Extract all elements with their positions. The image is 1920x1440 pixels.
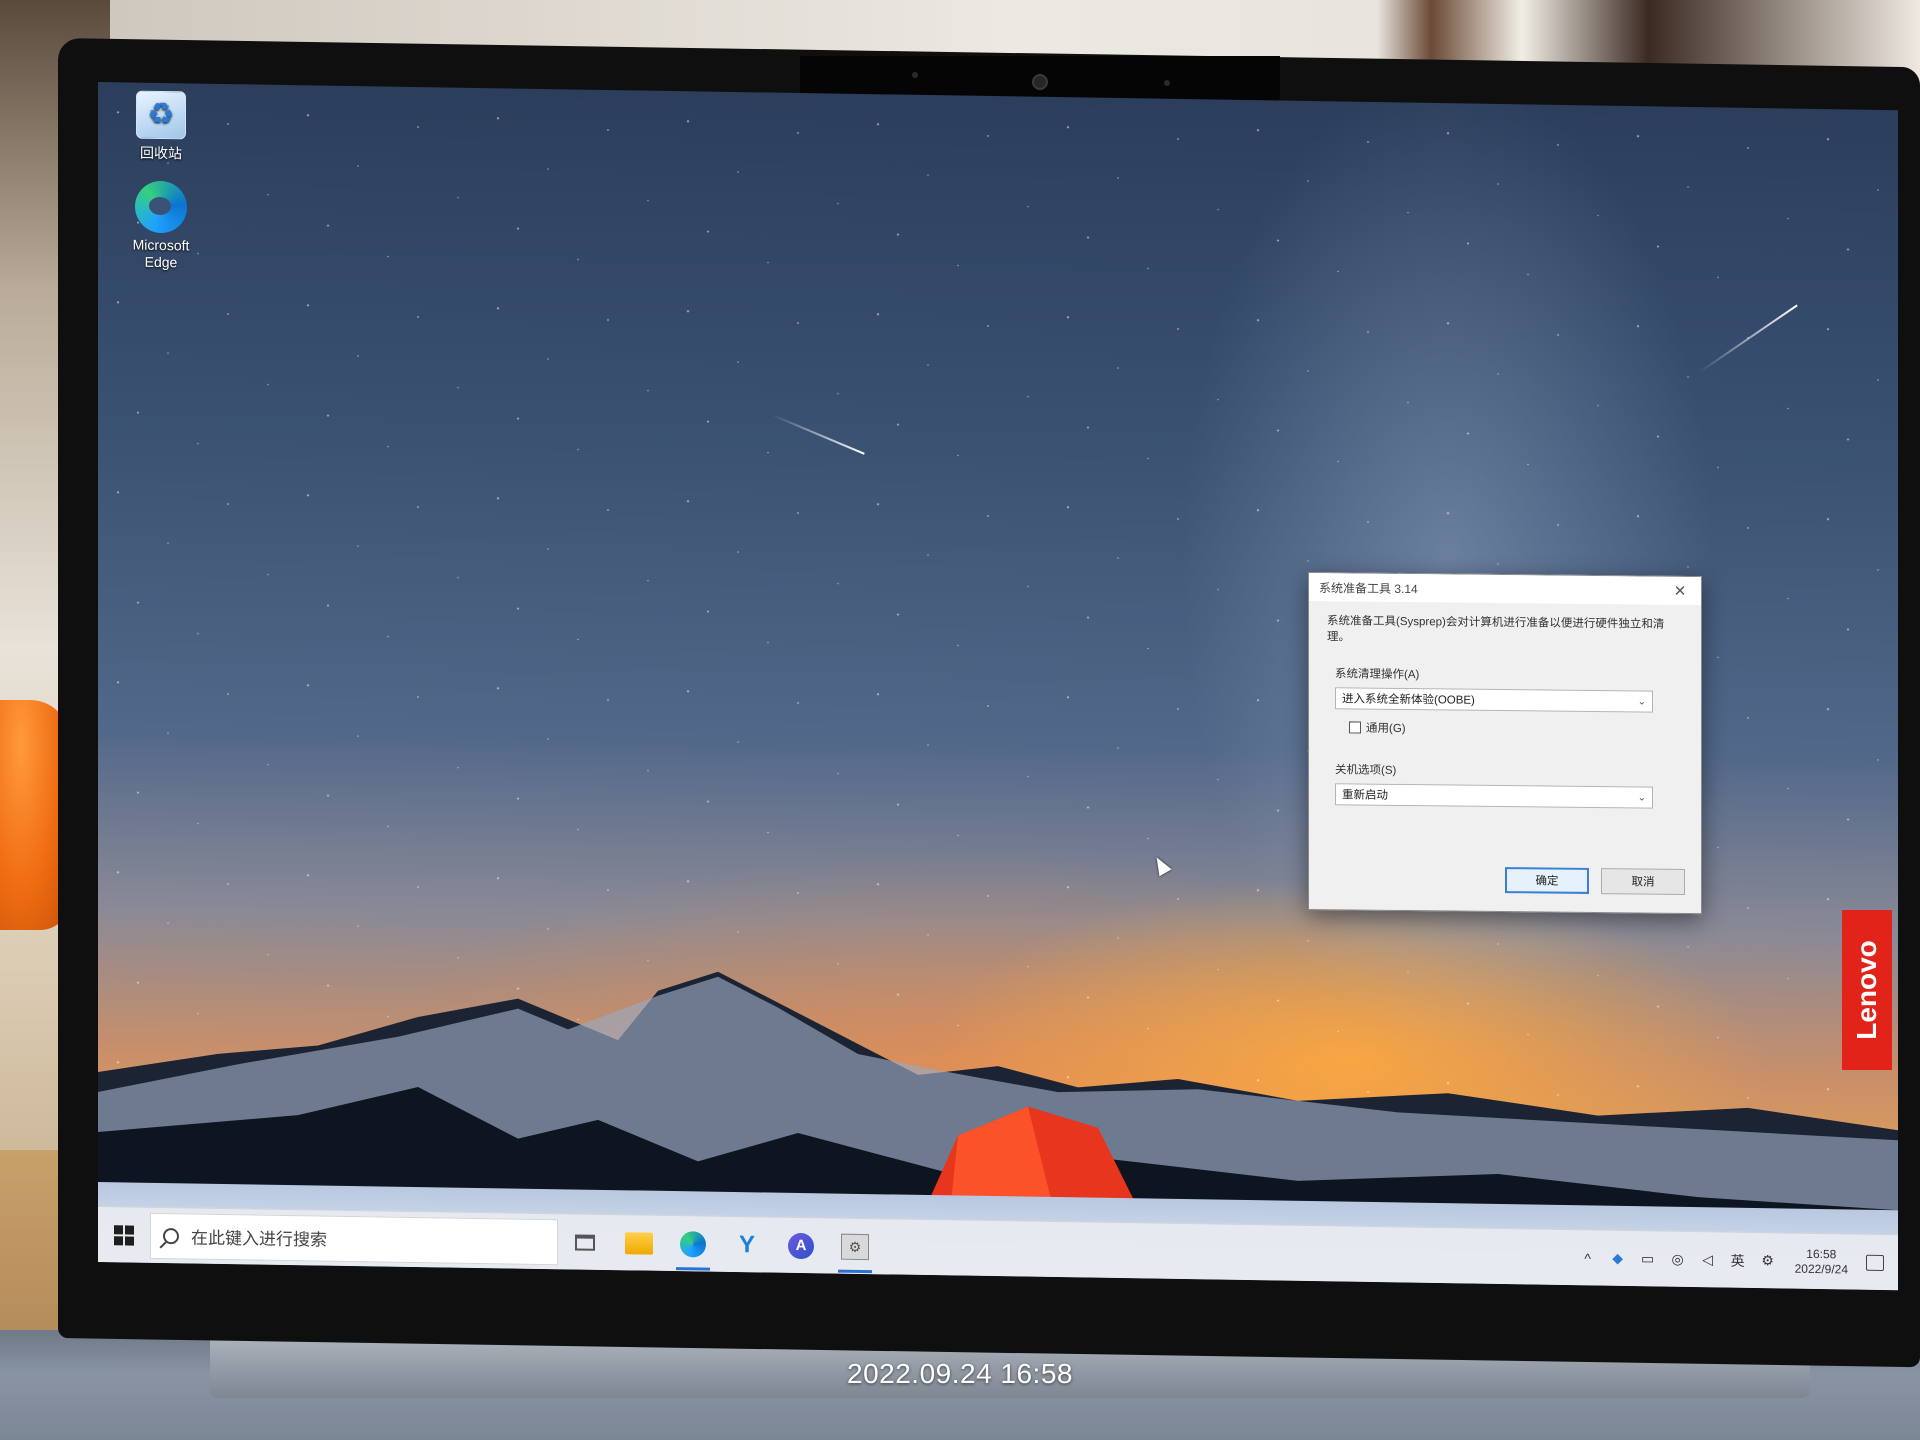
edge-icon: [135, 180, 187, 234]
cleanup-action-select[interactable]: 进入系统全新体验(OOBE) ⌄: [1335, 687, 1653, 713]
cleanup-action-value: 进入系统全新体验(OOBE): [1342, 693, 1475, 707]
lenovo-logo: Lenovo: [1851, 940, 1882, 1040]
dialog-titlebar[interactable]: 系统准备工具 3.14 ✕: [1309, 573, 1701, 606]
folder-icon: [625, 1231, 653, 1255]
app-icon: Y: [738, 1230, 755, 1258]
task-view-icon: [575, 1233, 595, 1251]
shutdown-options-label: 关机选项(S): [1335, 764, 1397, 777]
cancel-button[interactable]: 取消: [1601, 868, 1685, 895]
webcam-icon: [1032, 74, 1048, 90]
show-hidden-icons-chevron[interactable]: ^: [1579, 1249, 1597, 1267]
edge-shortcut[interactable]: Microsoft Edge: [116, 180, 206, 271]
app-icon: A: [788, 1232, 814, 1259]
security-shield-icon[interactable]: ◆: [1609, 1249, 1627, 1267]
close-icon[interactable]: ✕: [1669, 580, 1691, 602]
battery-icon[interactable]: ▭: [1639, 1250, 1657, 1268]
recycle-bin-label: 回收站: [140, 144, 182, 162]
windows-logo-icon: [114, 1224, 134, 1246]
shutdown-options-value: 重新启动: [1342, 789, 1388, 802]
photo-timestamp: 2022.09.24 16:58: [847, 1358, 1073, 1389]
clock-time: 16:58: [1806, 1246, 1837, 1261]
system-tray: ^ ◆ ▭ ◎ ◁ 英 ⚙ 16:58 2022/9/24: [1579, 1243, 1898, 1278]
shutdown-options-select[interactable]: 重新启动 ⌄: [1335, 783, 1653, 809]
settings-gear-icon[interactable]: ⚙: [1759, 1252, 1777, 1270]
chevron-down-icon: ⌄: [1637, 791, 1646, 804]
ime-indicator[interactable]: 英: [1729, 1251, 1747, 1269]
recycle-bin-shortcut[interactable]: ♻ 回收站: [116, 90, 206, 162]
network-globe-icon[interactable]: ◎: [1669, 1250, 1687, 1268]
task-view-button[interactable]: [558, 1214, 612, 1271]
generalize-checkbox[interactable]: [1349, 721, 1361, 734]
dialog-title: 系统准备工具 3.14: [1319, 580, 1418, 596]
dialog-description: 系统准备工具(Sysprep)会对计算机进行准备以便进行硬件独立和清理。: [1327, 615, 1665, 644]
lenovo-badge: Lenovo: [1842, 910, 1892, 1070]
edge-label: Microsoft Edge: [132, 236, 190, 271]
generalize-option[interactable]: 通用(G): [1349, 719, 1701, 739]
sysprep-dialog: 系统准备工具 3.14 ✕ 系统准备工具(Sysprep)会对计算机进行准备以便…: [1308, 572, 1702, 915]
volume-icon[interactable]: ◁: [1699, 1251, 1717, 1269]
taskbar-search-box[interactable]: 在此键入进行搜索: [150, 1212, 558, 1265]
dialog-buttons: 确定 取消: [1505, 867, 1685, 895]
sysprep-taskbar-button[interactable]: ⚙: [828, 1218, 882, 1275]
app-taskbar-button[interactable]: Y: [720, 1216, 774, 1273]
app-taskbar-button[interactable]: A: [774, 1217, 828, 1274]
search-icon: [163, 1227, 179, 1244]
sensor-dot: [912, 72, 918, 78]
edge-icon: [680, 1230, 706, 1258]
taskbar-clock[interactable]: 16:58 2022/9/24: [1789, 1246, 1854, 1277]
clock-date: 2022/9/24: [1794, 1261, 1848, 1276]
chevron-down-icon: ⌄: [1637, 695, 1646, 708]
start-button[interactable]: [98, 1207, 150, 1264]
sysprep-icon: ⚙: [841, 1233, 869, 1260]
edge-taskbar-button[interactable]: [666, 1215, 720, 1272]
search-placeholder: 在此键入进行搜索: [191, 1228, 327, 1250]
recycle-bin-icon: ♻: [136, 90, 186, 140]
cleanup-action-label: 系统清理操作(A): [1335, 668, 1420, 682]
sensor-dot: [1164, 80, 1170, 86]
generalize-label: 通用(G): [1366, 722, 1406, 736]
ok-button[interactable]: 确定: [1505, 867, 1589, 894]
file-explorer-button[interactable]: [612, 1215, 666, 1272]
notification-center-icon[interactable]: [1866, 1254, 1884, 1271]
